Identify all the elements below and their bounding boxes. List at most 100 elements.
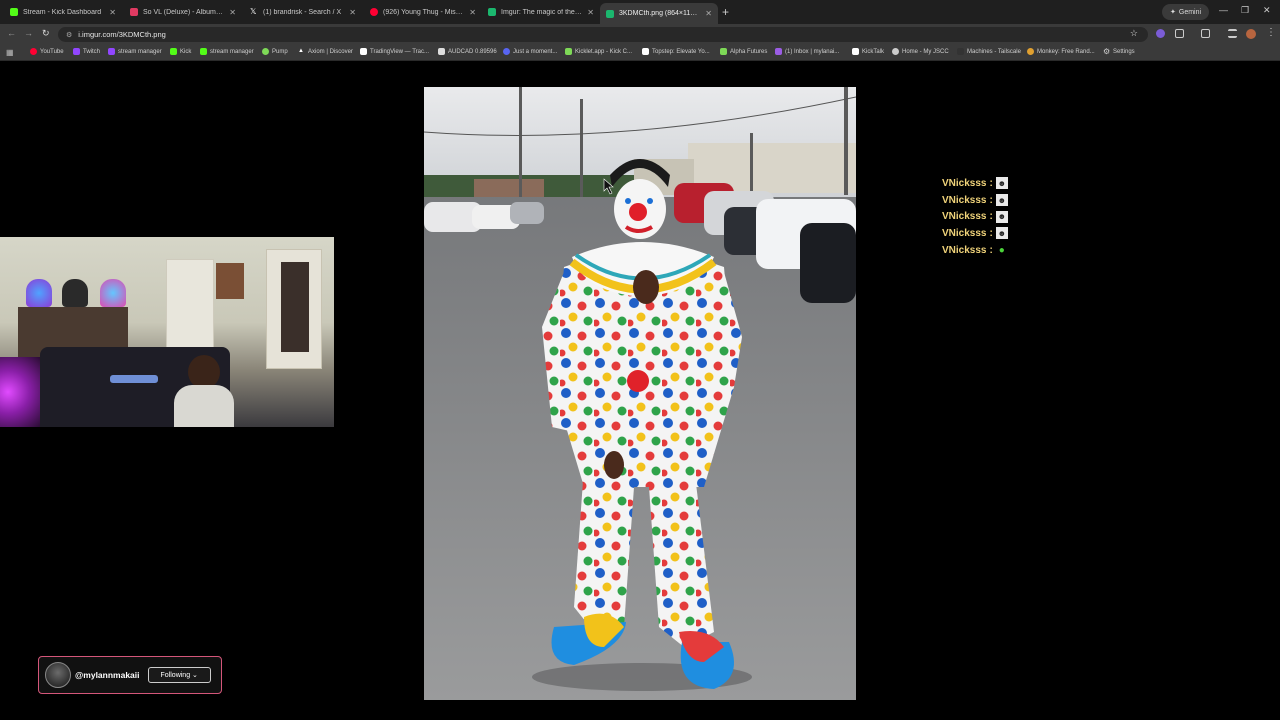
bookmark-item[interactable]: Alpha Futures xyxy=(720,48,767,55)
imgur-favicon-icon xyxy=(488,8,496,16)
close-icon[interactable]: ✕ xyxy=(469,8,476,17)
x-favicon-icon: 𝕏 xyxy=(250,7,257,16)
chat-message: VNicksss : ● xyxy=(942,242,1142,259)
streamer-shirt xyxy=(174,385,234,427)
kick-favicon-icon xyxy=(10,8,18,16)
apps-grid-icon[interactable]: ▦ xyxy=(6,48,14,57)
bookmark-item[interactable]: Kicklet.app - Kick C... xyxy=(565,48,632,55)
restore-icon[interactable]: ❐ xyxy=(1241,5,1249,16)
bookmark-label: stream manager xyxy=(118,48,162,55)
tab-kick-dashboard[interactable]: Stream - Kick Dashboard ✕ xyxy=(4,3,122,21)
bookmark-item[interactable]: Home - My JSCC xyxy=(892,48,949,55)
extensions-puzzle-icon[interactable] xyxy=(1175,29,1184,38)
bookmark-item[interactable]: Just a moment... xyxy=(503,48,557,55)
pump-icon xyxy=(262,48,269,55)
bookmark-star-icon[interactable]: ☆ xyxy=(1130,28,1138,39)
kicktalk-icon xyxy=(852,48,859,55)
bookmark-label: Alpha Futures xyxy=(730,48,768,55)
tab-album[interactable]: So VL (Deluxe) - Album by ✕ xyxy=(124,3,242,21)
bookmark-item[interactable]: Twitch xyxy=(73,48,100,55)
chat-separator: : xyxy=(989,227,993,239)
person-emote-icon: ☻ xyxy=(995,227,1008,240)
reading-list-icon[interactable] xyxy=(1228,29,1237,38)
close-icon[interactable]: ✕ xyxy=(349,8,356,17)
chat-username: VNicksss xyxy=(942,177,987,189)
imgur-favicon-icon xyxy=(606,9,614,18)
chat-message: VNicksss : ☻ xyxy=(942,225,1142,242)
tab-search-icon[interactable] xyxy=(1201,29,1210,38)
chat-separator: : xyxy=(989,177,993,189)
bookmark-item[interactable]: Kick xyxy=(170,48,191,55)
chat-username: VNicksss xyxy=(942,244,987,256)
bookmark-label: Pump xyxy=(272,48,288,55)
kicklet-icon xyxy=(565,48,572,55)
minimize-icon[interactable]: — xyxy=(1219,5,1228,15)
following-button[interactable]: Following ⌄ xyxy=(147,667,211,683)
bookmark-item[interactable]: TradingView — Trac... xyxy=(360,48,429,55)
bookmark-label: (1) Inbox | mylanai... xyxy=(785,48,840,55)
bookmark-item[interactable]: stream manager xyxy=(200,48,254,55)
bookmark-item[interactable]: Monkey: Free Rand... xyxy=(1027,48,1095,55)
bookmarks-bar: ▦ YouTube Twitch stream manager Kick str… xyxy=(0,44,1280,61)
more-options-icon[interactable]: ⋮ xyxy=(1266,27,1276,38)
tab-strip: Stream - Kick Dashboard ✕ So VL (Deluxe)… xyxy=(0,0,1280,24)
tab-x-search[interactable]: 𝕏 (1) brandrisk - Search / X ✕ xyxy=(244,3,362,21)
bookmark-label: YouTube xyxy=(40,48,64,55)
close-icon[interactable]: ✕ xyxy=(587,8,594,17)
green-emote-icon: ● xyxy=(998,244,1005,256)
new-tab-button[interactable]: + xyxy=(722,5,729,19)
close-icon[interactable]: ✕ xyxy=(229,8,236,17)
monkey-icon xyxy=(1027,48,1034,55)
bookmark-label: Settings xyxy=(1113,48,1135,55)
tab-title: Stream - Kick Dashboard xyxy=(23,8,102,16)
tab-youtube[interactable]: (926) Young Thug - Miss M ✕ xyxy=(364,3,482,21)
chat-username: VNicksss xyxy=(942,211,987,223)
bookmark-item[interactable]: stream manager xyxy=(108,48,162,55)
streamer xyxy=(168,355,238,427)
bookmark-item[interactable]: ▲ Axiom | Discover xyxy=(298,48,353,55)
webcam-feed xyxy=(0,237,334,427)
gemini-button[interactable]: ✦ Gemini xyxy=(1162,4,1210,20)
bookmark-item[interactable]: (1) Inbox | mylanai... xyxy=(775,48,839,55)
tab-imgur[interactable]: Imgur: The magic of the intern ✕ xyxy=(482,3,600,21)
close-icon[interactable]: ✕ xyxy=(109,8,116,17)
globe-icon xyxy=(892,48,899,55)
bookmark-item[interactable]: Machines - Tailscale xyxy=(957,48,1021,55)
tab-image-active[interactable]: 3KDMCth.png (864×1184) ✕ xyxy=(600,3,718,24)
forward-icon[interactable]: → xyxy=(24,28,33,38)
hat-display xyxy=(26,279,52,307)
bookmark-label: stream manager xyxy=(210,48,254,55)
displayed-image xyxy=(424,87,856,700)
bookmark-item[interactable]: Topstep: Elevate Yo... xyxy=(642,48,710,55)
toy-blaster xyxy=(110,375,158,383)
bookmark-item[interactable]: AUDCAD 0.89596 xyxy=(438,48,497,55)
bookmark-item[interactable]: ⚙ Settings xyxy=(1103,47,1135,56)
chat-overlay: VNicksss : ☻ VNicksss : ☻ VNicksss : ☻ V… xyxy=(942,175,1142,258)
topstep-icon xyxy=(642,48,649,55)
window-close-icon[interactable]: ✕ xyxy=(1263,5,1271,16)
bookmark-item[interactable]: Pump xyxy=(262,48,288,55)
close-icon[interactable]: ✕ xyxy=(705,9,712,18)
sparkle-icon: ✦ xyxy=(1170,9,1176,16)
reload-icon[interactable]: ↻ xyxy=(42,28,50,39)
person-emote-icon: ☻ xyxy=(995,177,1008,190)
tab-title: 3KDMCth.png (864×1184) xyxy=(619,10,701,17)
twitch-icon xyxy=(108,48,115,55)
extension-icon[interactable] xyxy=(1156,29,1165,38)
site-info-icon[interactable]: ⚙ xyxy=(66,31,72,39)
hat-display xyxy=(100,279,126,307)
back-icon[interactable]: ← xyxy=(7,28,16,38)
gemini-label: Gemini xyxy=(1178,8,1202,16)
gear-icon: ⚙ xyxy=(1103,47,1111,56)
url-text: i.imgur.com/3KDMCth.png xyxy=(78,30,166,39)
tradingview-icon xyxy=(360,48,367,55)
address-bar[interactable]: ⚙ i.imgur.com/3KDMCth.png ☆ xyxy=(58,27,1148,42)
chat-separator: : xyxy=(989,211,993,223)
kick-icon xyxy=(170,48,177,55)
bookmark-item[interactable]: KickTalk xyxy=(852,48,884,55)
kick-icon xyxy=(200,48,207,55)
bookmark-item[interactable]: YouTube xyxy=(30,48,64,55)
profile-avatar[interactable] xyxy=(1246,29,1256,39)
alpha-futures-icon xyxy=(720,48,727,55)
tab-title: So VL (Deluxe) - Album by xyxy=(143,8,225,16)
